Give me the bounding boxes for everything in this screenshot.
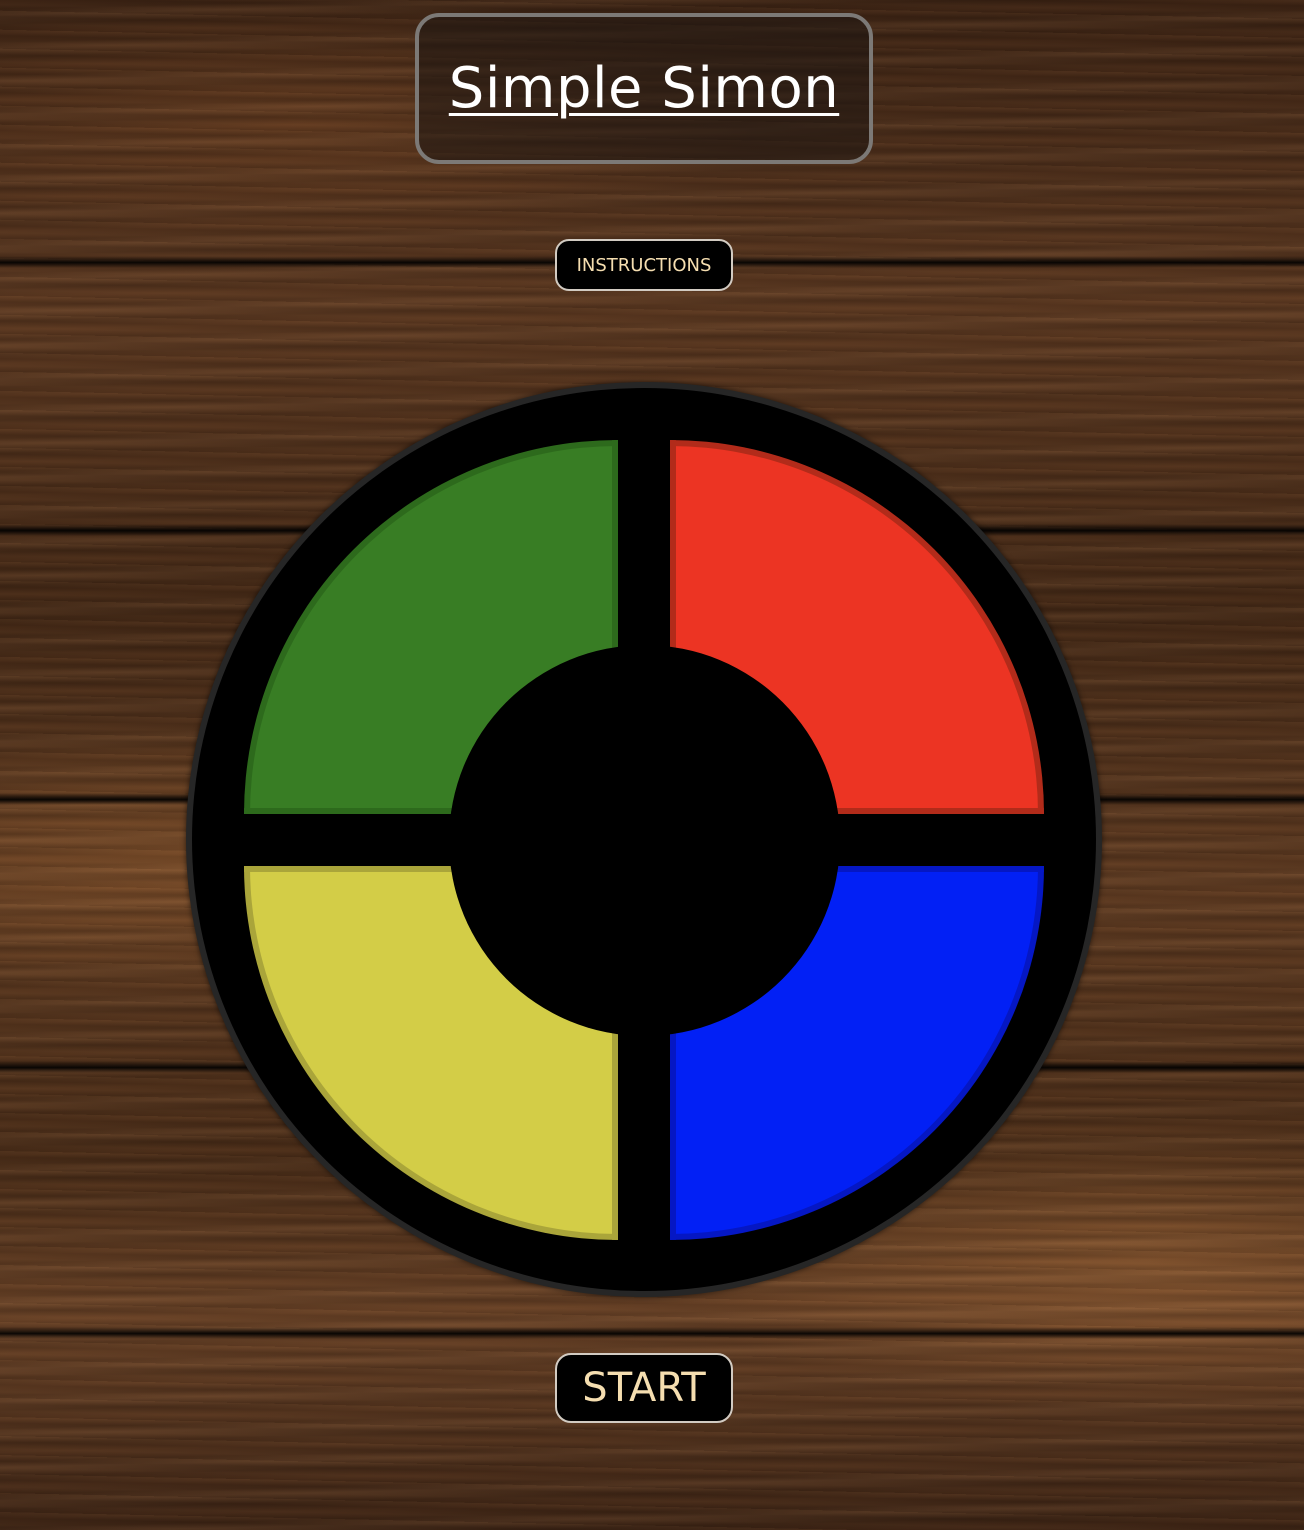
board-center [449,645,840,1036]
game-title: Simple Simon [448,56,840,121]
instructions-button[interactable]: INSTRUCTIONS [555,239,733,291]
wood-plank-seam [0,1327,1304,1339]
title-panel: Simple Simon [415,13,873,164]
start-button[interactable]: START [555,1353,733,1423]
